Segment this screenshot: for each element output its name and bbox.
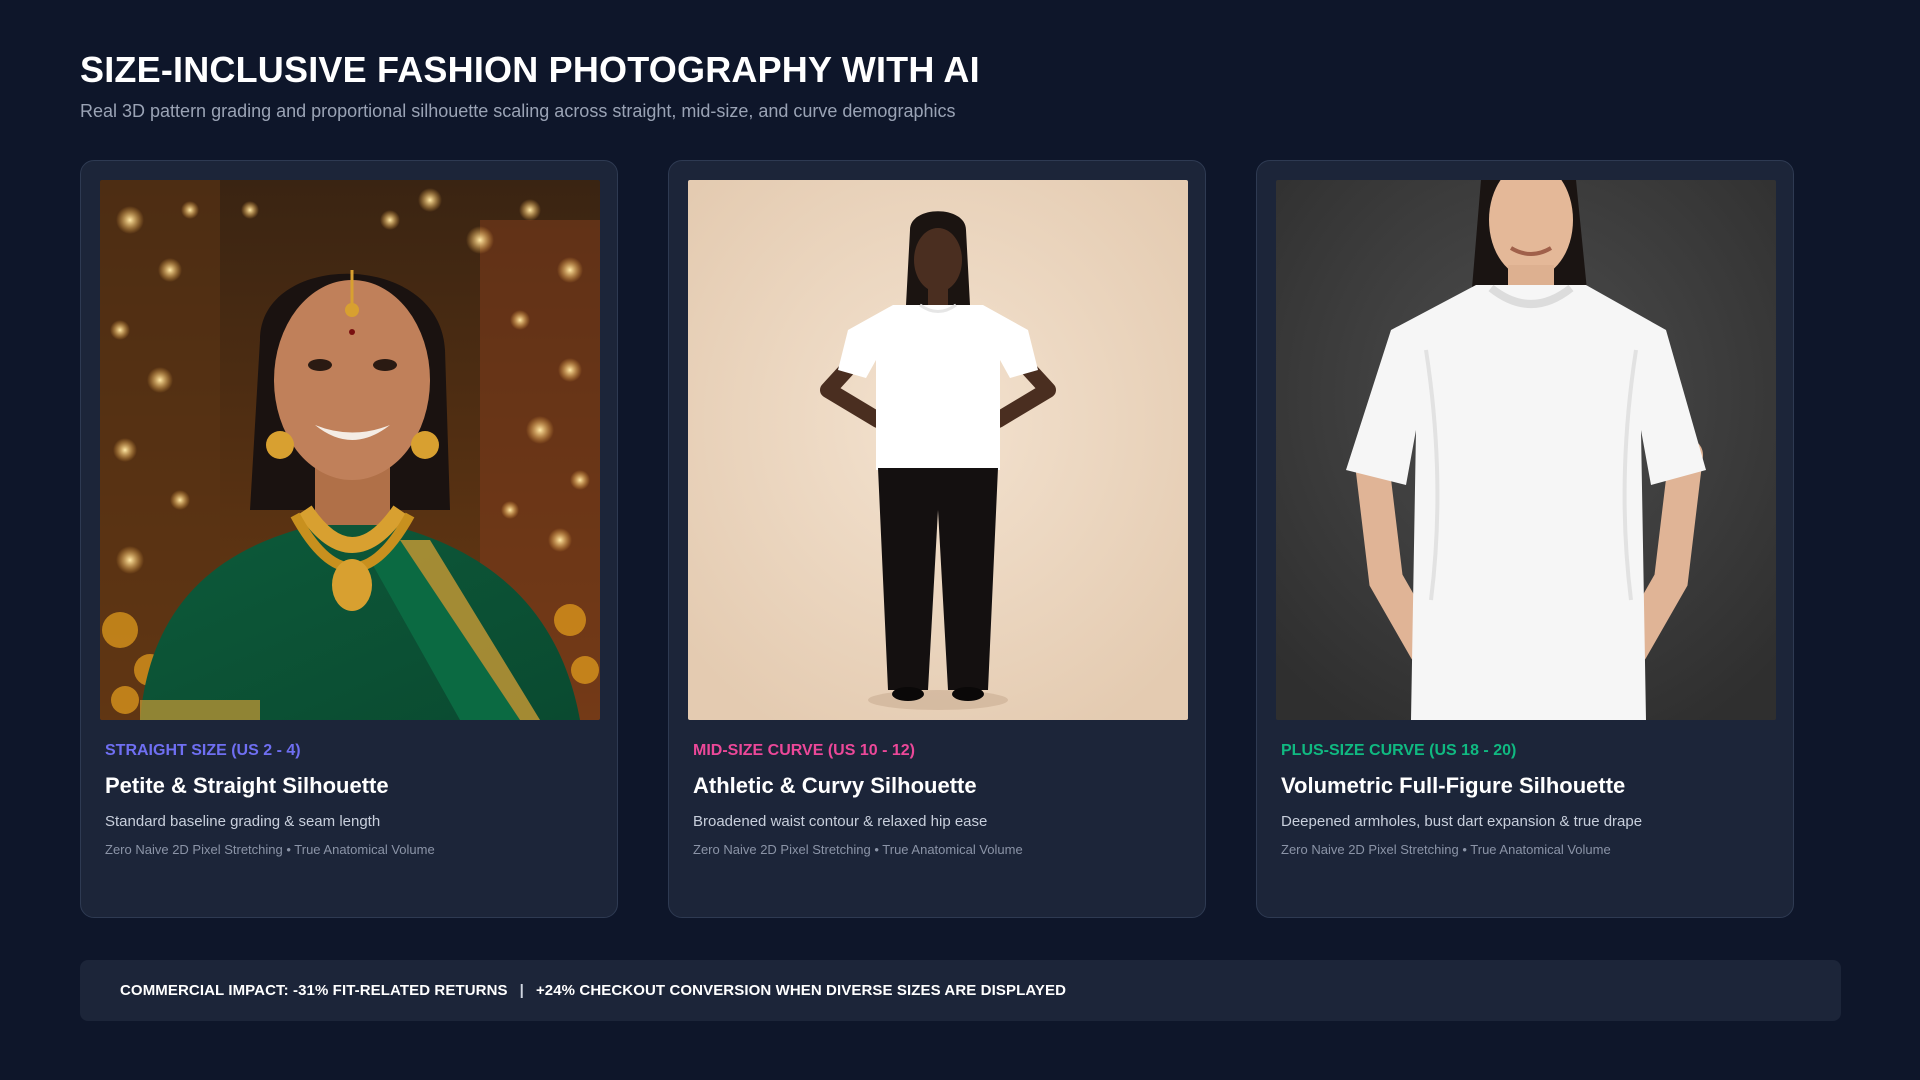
photo-plus-size — [1276, 180, 1776, 720]
card-body: PLUS-SIZE CURVE (US 18 - 20) Volumetric … — [1276, 741, 1774, 858]
page-title: SIZE-INCLUSIVE FASHION PHOTOGRAPHY WITH … — [80, 49, 980, 90]
size-tier-label: STRAIGHT SIZE (US 2 - 4) — [105, 742, 301, 759]
size-tier-label: MID-SIZE CURVE (US 10 - 12) — [693, 742, 915, 759]
card-title: Petite & Straight Silhouette — [105, 773, 389, 798]
header: SIZE-INCLUSIVE FASHION PHOTOGRAPHY WITH … — [80, 48, 980, 122]
card-body: STRAIGHT SIZE (US 2 - 4) Petite & Straig… — [100, 741, 598, 858]
impact-returns: COMMERCIAL IMPACT: -31% FIT-RELATED RETU… — [120, 982, 508, 999]
card-title: Volumetric Full-Figure Silhouette — [1281, 773, 1626, 798]
size-cards: STRAIGHT SIZE (US 2 - 4) Petite & Straig… — [80, 160, 1794, 918]
card-note: Zero Naive 2D Pixel Stretching • True An… — [105, 842, 435, 857]
commercial-impact-banner: COMMERCIAL IMPACT: -31% FIT-RELATED RETU… — [80, 960, 1841, 1021]
photo-straight-size — [100, 180, 600, 720]
card-mid-size: MID-SIZE CURVE (US 10 - 12) Athletic & C… — [668, 160, 1206, 918]
photo-illustration — [1276, 180, 1776, 720]
card-description: Standard baseline grading & seam length — [105, 813, 381, 830]
card-plus-size: PLUS-SIZE CURVE (US 18 - 20) Volumetric … — [1256, 160, 1794, 918]
card-note: Zero Naive 2D Pixel Stretching • True An… — [693, 842, 1023, 857]
size-tier-label: PLUS-SIZE CURVE (US 18 - 20) — [1281, 742, 1517, 759]
card-straight-size: STRAIGHT SIZE (US 2 - 4) Petite & Straig… — [80, 160, 618, 918]
photo-illustration — [100, 180, 600, 720]
card-title: Athletic & Curvy Silhouette — [693, 773, 977, 798]
photo-illustration — [688, 180, 1188, 720]
card-description: Deepened armholes, bust dart expansion &… — [1281, 813, 1643, 830]
photo-mid-size — [688, 180, 1188, 720]
card-description: Broadened waist contour & relaxed hip ea… — [693, 813, 988, 830]
card-note: Zero Naive 2D Pixel Stretching • True An… — [1281, 842, 1611, 857]
page-subtitle: Real 3D pattern grading and proportional… — [80, 101, 956, 121]
page: SIZE-INCLUSIVE FASHION PHOTOGRAPHY WITH … — [0, 0, 1920, 1080]
impact-conversion: +24% CHECKOUT CONVERSION WHEN DIVERSE SI… — [535, 982, 1067, 999]
card-body: MID-SIZE CURVE (US 10 - 12) Athletic & C… — [688, 741, 1186, 858]
impact-separator: | — [519, 982, 524, 999]
